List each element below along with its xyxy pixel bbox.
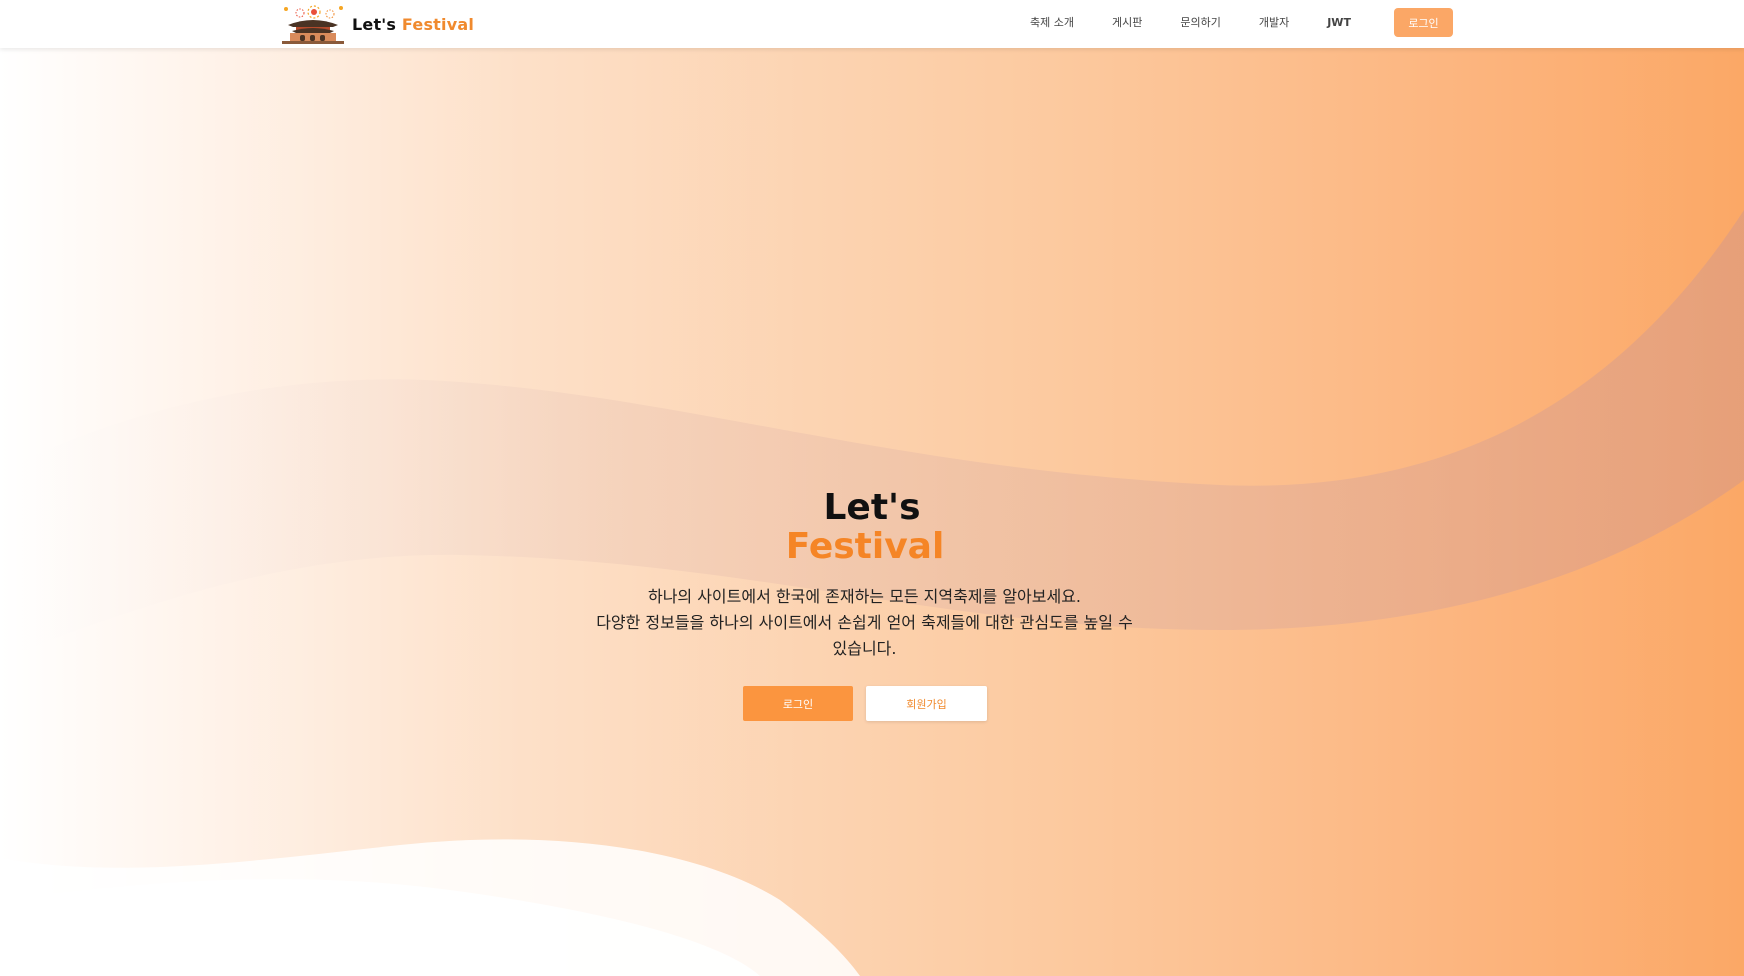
nav-item-festival-intro[interactable]: 축제 소개 [1030, 14, 1074, 30]
nav-login-button[interactable]: 로그인 [1394, 8, 1453, 37]
hero-title-line1: Let's [823, 487, 921, 528]
brand-name-part1: Let's [352, 14, 397, 34]
nav-item-inquiry[interactable]: 문의하기 [1180, 14, 1220, 30]
brand-name: Let's Festival [352, 15, 474, 34]
landing-page: Let's Festival 축제 소개 게시판 문의하기 개발자 JWT 로그… [0, 0, 1744, 976]
brand-name-part2: Festival [401, 14, 475, 34]
hero-signup-button[interactable]: 회원가입 [866, 686, 987, 721]
nav-item-developer[interactable]: 개발자 [1259, 14, 1289, 30]
hero-description-line2: 다양한 정보들을 하나의 사이트에서 손쉽게 얻어 축제들에 대한 관심도를 높… [596, 613, 1133, 658]
hero-title-line2: Festival [785, 526, 945, 567]
nav-item-board[interactable]: 게시판 [1112, 14, 1142, 30]
festival-palace-fireworks-icon [282, 5, 344, 44]
hero-description-line1: 하나의 사이트에서 한국에 존재하는 모든 지역축제를 알아보세요. [647, 587, 1082, 606]
brand-logo[interactable]: Let's Festival [278, 2, 474, 46]
hero-login-button[interactable]: 로그인 [743, 686, 853, 721]
nav-item-jwt[interactable]: JWT [1327, 16, 1351, 29]
top-navigation-bar: Let's Festival 축제 소개 게시판 문의하기 개발자 JWT 로그… [0, 0, 1744, 48]
hero-description: 하나의 사이트에서 한국에 존재하는 모든 지역축제를 알아보세요. 다양한 정… [592, 584, 1137, 662]
main-nav: 축제 소개 게시판 문의하기 개발자 JWT [1030, 0, 1391, 44]
